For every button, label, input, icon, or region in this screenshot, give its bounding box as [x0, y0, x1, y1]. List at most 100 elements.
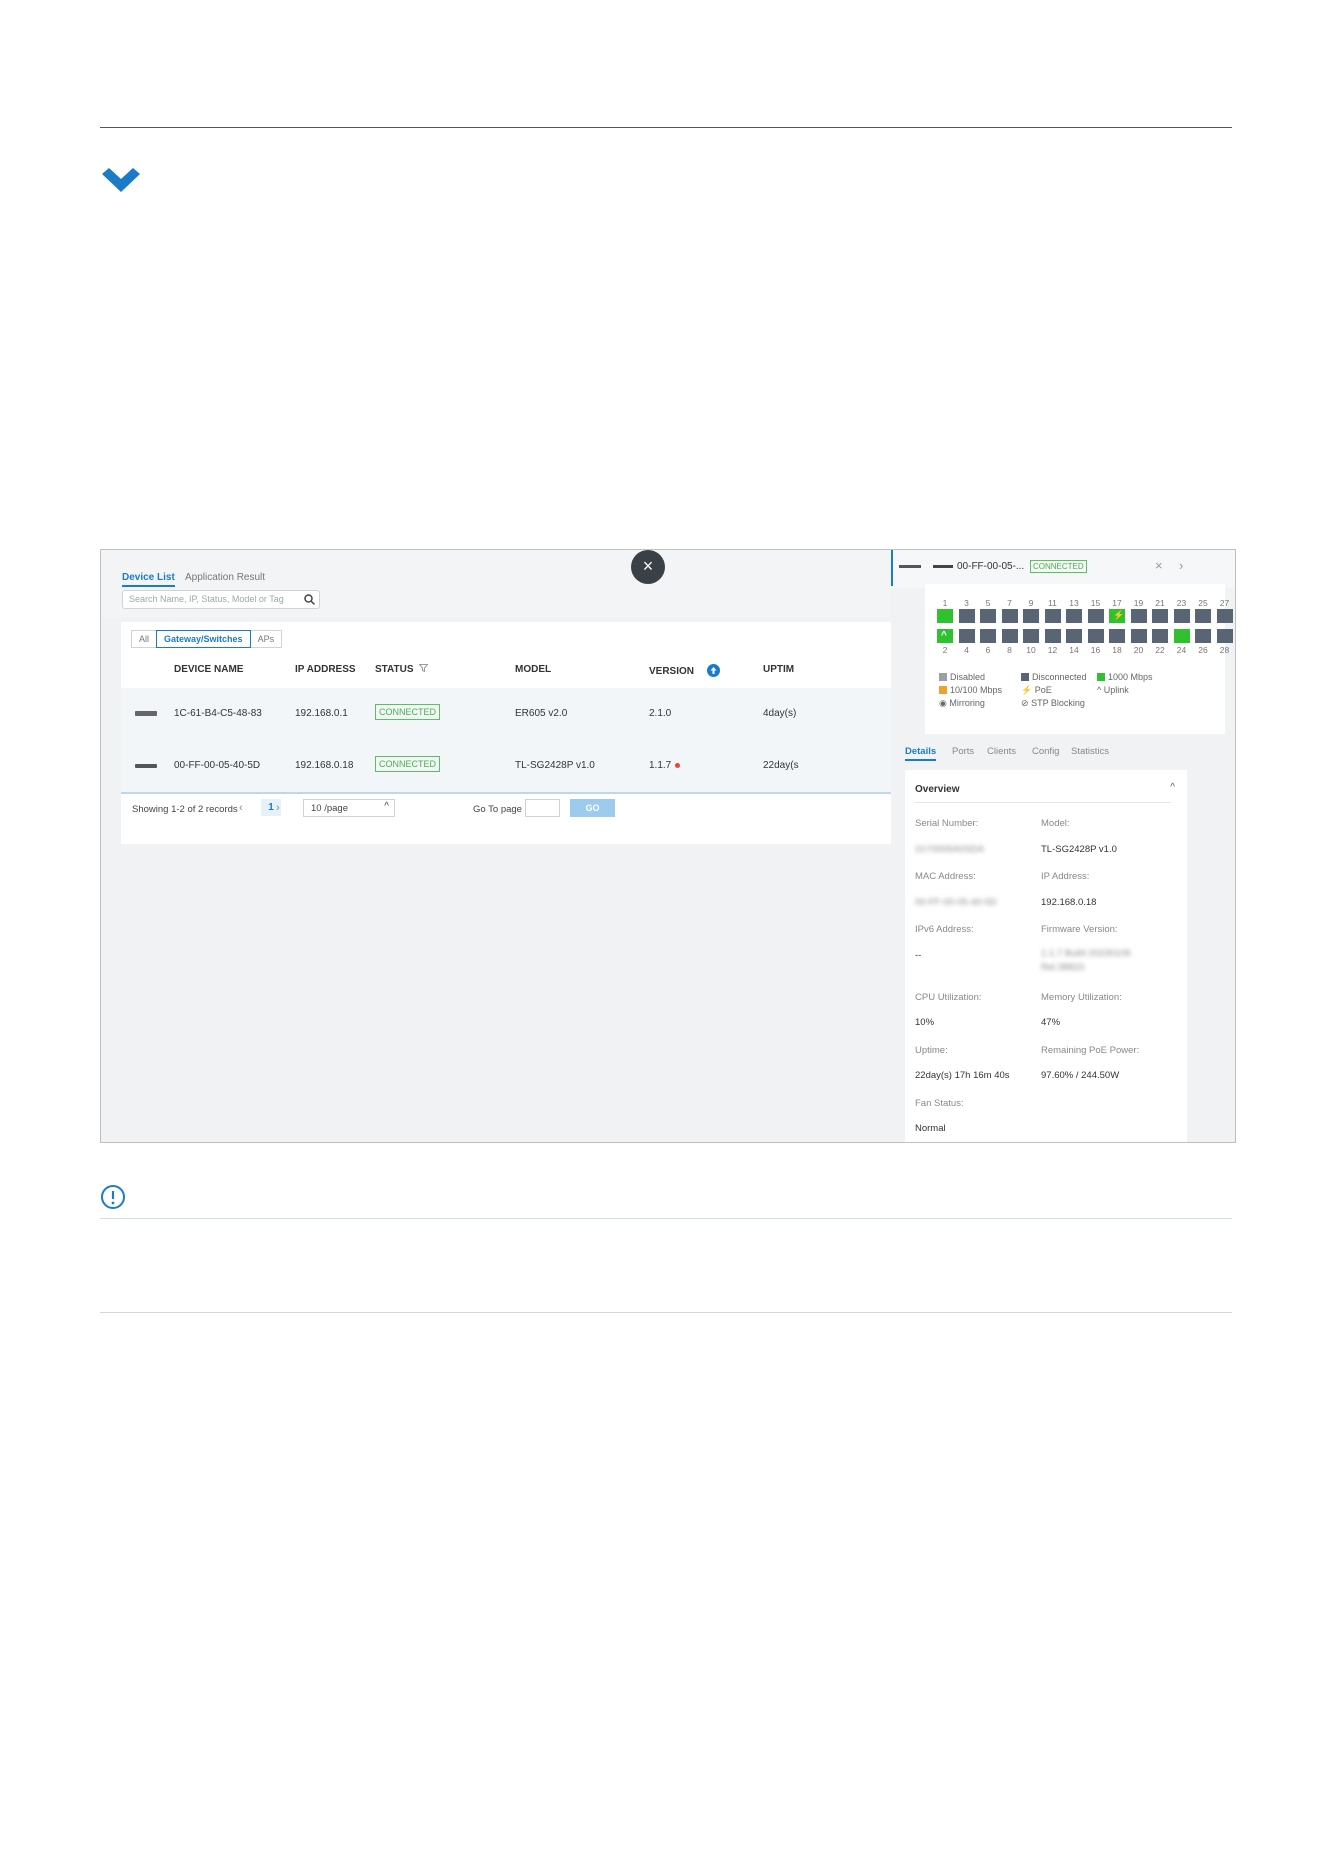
page-size-select[interactable]: 10 /page ^ — [303, 799, 395, 817]
port-number: 17 — [1112, 598, 1122, 608]
gig-swatch — [1097, 673, 1105, 681]
table-row[interactable]: 1C-61-B4-C5-48-83 192.168.0.1 CONNECTED … — [121, 688, 921, 740]
top-divider — [100, 127, 1232, 128]
port-1[interactable] — [937, 609, 953, 623]
port-19[interactable] — [1130, 609, 1147, 623]
legend-disabled: Disabled — [939, 672, 985, 682]
filter-aps[interactable]: APs — [249, 630, 283, 648]
legend-label: Uplink — [1103, 685, 1129, 695]
port-12[interactable] — [1044, 629, 1061, 643]
port-7[interactable] — [1001, 609, 1018, 623]
port-27[interactable] — [1216, 609, 1233, 623]
port-13[interactable] — [1066, 609, 1082, 623]
legend-disconnected: Disconnected — [1021, 672, 1087, 682]
switch-icon — [899, 565, 921, 568]
port-24[interactable] — [1173, 629, 1190, 643]
legend-label: 10/100 Mbps — [950, 685, 1003, 695]
search-input[interactable]: Search Name, IP, Status, Model or Tag — [122, 590, 320, 609]
legend-uplink: ^ Uplink — [1097, 685, 1129, 695]
port-9[interactable] — [1023, 609, 1039, 623]
column-uptime[interactable]: UPTIM — [763, 664, 794, 675]
port-22[interactable] — [1152, 629, 1168, 643]
tab-device-list[interactable]: Device List — [122, 572, 175, 587]
overview-divider — [915, 802, 1171, 803]
drawer-next-button[interactable]: › — [1179, 558, 1183, 573]
port-28[interactable] — [1216, 629, 1233, 643]
port-8[interactable] — [1001, 629, 1018, 643]
column-model[interactable]: MODEL — [515, 664, 551, 675]
port-11[interactable] — [1044, 609, 1061, 623]
port-26[interactable] — [1195, 629, 1211, 643]
poe-icon: ⚡ — [1113, 610, 1125, 620]
tab-ports[interactable]: Ports — [952, 746, 974, 757]
cpu-label: CPU Utilization: — [915, 992, 982, 1003]
table-row[interactable]: 00-FF-00-05-40-5D 192.168.0.18 CONNECTED… — [121, 740, 921, 794]
next-page-button[interactable]: › — [276, 802, 280, 814]
port-23[interactable] — [1173, 609, 1190, 623]
legend-label: STP Blocking — [1031, 698, 1085, 708]
port-25[interactable] — [1195, 609, 1211, 623]
tab-application-result[interactable]: Application Result — [185, 572, 265, 583]
legend-10-100mbps: 10/100 Mbps — [939, 685, 1002, 695]
port-6[interactable] — [980, 629, 996, 643]
port-panel: 1 3 5 7 9 11 13 15 17 ⚡ 19 21 23 25 27 ^ 2 4 6 8 10 12 14 16 18 2… — [925, 584, 1233, 734]
port-number: 16 — [1090, 645, 1101, 655]
port-18[interactable] — [1109, 629, 1125, 643]
firmware-value-build: Rel.38823 — [1041, 962, 1085, 973]
port-number: 10 — [1026, 645, 1036, 655]
port-number: 12 — [1047, 645, 1058, 655]
port-15[interactable] — [1087, 609, 1104, 623]
filter-gateway-switches[interactable]: Gateway/Switches — [156, 630, 251, 648]
cell-uptime: 4day(s) — [763, 708, 797, 719]
chevron-down-icon — [102, 168, 140, 192]
tab-statistics[interactable]: Statistics — [1071, 746, 1109, 757]
memory-label: Memory Utilization: — [1041, 992, 1122, 1003]
column-device-name[interactable]: DEVICE NAME — [174, 664, 243, 675]
tab-details[interactable]: Details — [905, 746, 937, 761]
stp-icon: ⊘ — [1021, 698, 1029, 708]
filter-all[interactable]: All — [131, 630, 158, 648]
prev-page-button[interactable]: ‹ — [239, 802, 243, 814]
port-number: 14 — [1069, 645, 1079, 655]
goto-page-label: Go To page — [473, 804, 522, 815]
port-number: 7 — [1007, 598, 1012, 608]
port-2[interactable]: ^ — [937, 629, 953, 643]
port-3[interactable] — [958, 609, 975, 623]
port-number: 4 — [964, 645, 969, 655]
port-5[interactable] — [980, 609, 996, 623]
serial-label: Serial Number: — [915, 818, 979, 829]
records-summary: Showing 1-2 of 2 records — [132, 804, 238, 815]
device-table-panel: All Gateway/Switches APs DEVICE NAME IP … — [121, 622, 921, 844]
port-16[interactable] — [1087, 629, 1104, 643]
cell-uptime: 22day(s — [763, 760, 799, 771]
ip-label: IP Address: — [1041, 871, 1090, 882]
column-ip-address[interactable]: IP ADDRESS — [295, 664, 356, 675]
port-number: 15 — [1090, 598, 1101, 608]
go-button[interactable]: GO — [570, 799, 615, 817]
upgrade-icon[interactable] — [706, 664, 720, 677]
search-icon[interactable] — [304, 594, 315, 605]
filter-icon[interactable] — [418, 664, 429, 673]
port-number: 13 — [1069, 598, 1079, 608]
firmware-label: Firmware Version: — [1041, 924, 1118, 935]
poe-power-value: 97.60% / 244.50W — [1041, 1070, 1120, 1081]
column-version[interactable]: VERSION — [649, 664, 720, 677]
port-10[interactable] — [1023, 629, 1039, 643]
tab-clients[interactable]: Clients — [987, 746, 1016, 757]
close-button[interactable]: × — [631, 550, 665, 584]
port-17[interactable]: ⚡ — [1109, 609, 1125, 623]
cell-device-name: 00-FF-00-05-40-5D — [174, 760, 261, 771]
collapse-icon[interactable]: ^ — [1170, 782, 1175, 793]
port-number: 21 — [1155, 598, 1165, 608]
port-4[interactable] — [958, 629, 975, 643]
drawer-close-button[interactable]: × — [1155, 558, 1163, 573]
port-20[interactable] — [1130, 629, 1147, 643]
goto-page-input[interactable] — [525, 799, 560, 817]
port-14[interactable] — [1066, 629, 1082, 643]
port-number: 20 — [1133, 645, 1144, 655]
tab-config[interactable]: Config — [1032, 746, 1059, 757]
port-number: 26 — [1198, 645, 1208, 655]
column-status[interactable]: STATUS — [375, 664, 429, 675]
serial-value: 21Y0005A0SDA — [915, 844, 985, 855]
port-21[interactable] — [1152, 609, 1168, 623]
